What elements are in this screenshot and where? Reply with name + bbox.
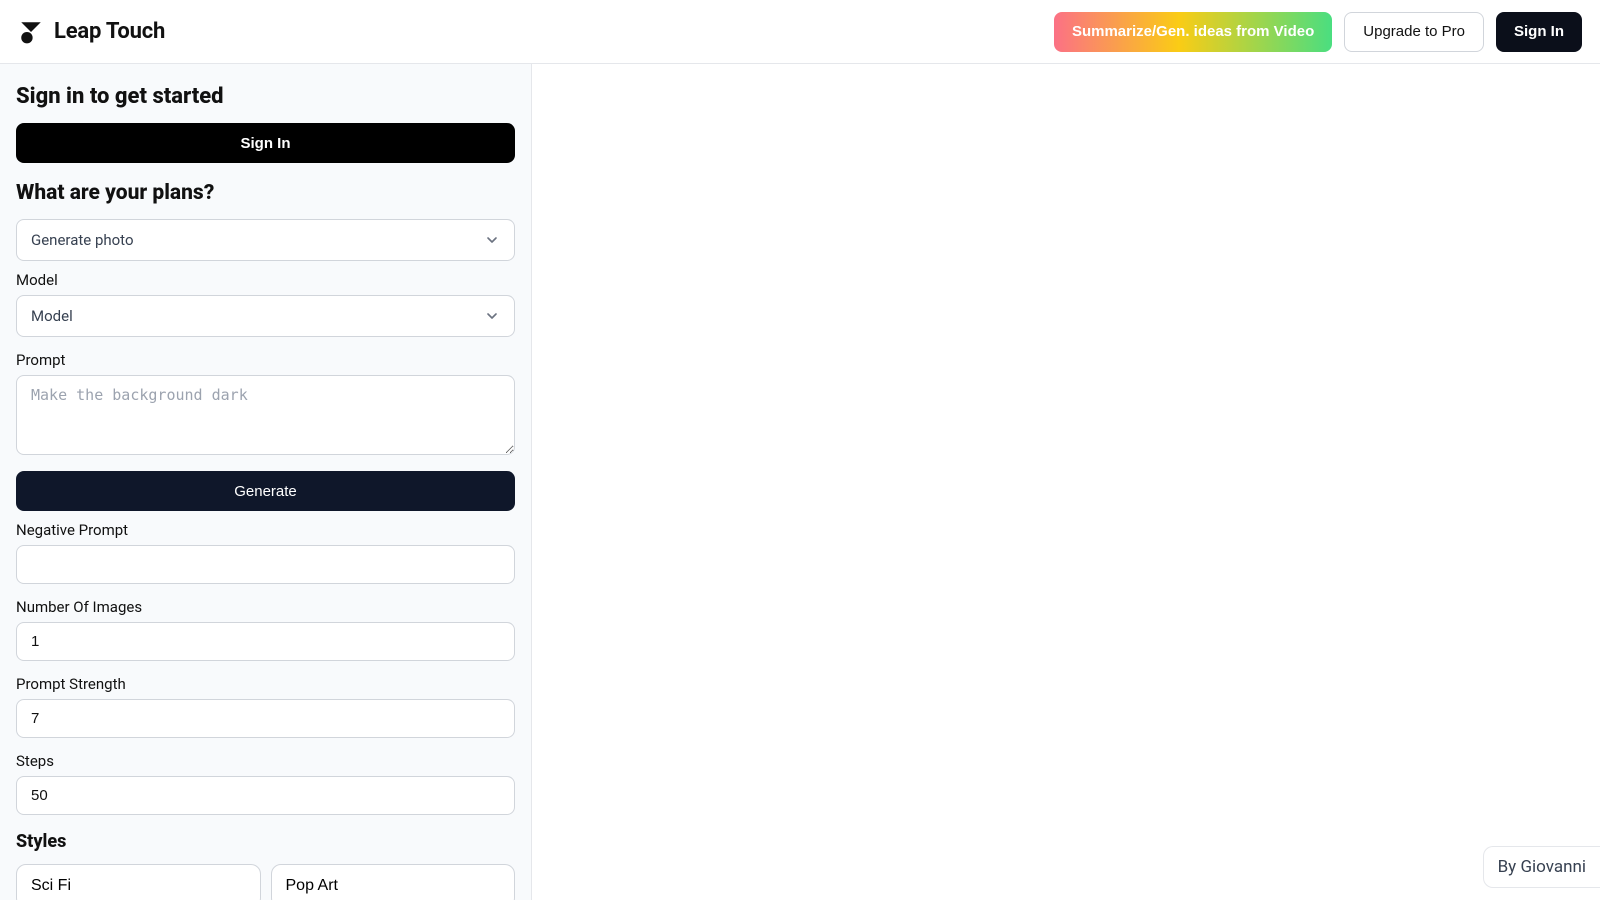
chevron-down-icon	[484, 232, 500, 248]
summarize-video-button[interactable]: Summarize/Gen. ideas from Video	[1054, 12, 1332, 52]
prompt-textarea[interactable]	[16, 375, 515, 455]
sidebar-signin-button[interactable]: Sign In	[16, 123, 515, 163]
styles-grid: Sci Fi Pop Art Sketch Book Psychadelic	[16, 864, 515, 900]
steps-input[interactable]	[16, 776, 515, 815]
num-images-input[interactable]	[16, 622, 515, 661]
style-chip[interactable]: Pop Art	[271, 864, 516, 900]
brand-logo-icon	[18, 19, 44, 45]
upgrade-pro-button[interactable]: Upgrade to Pro	[1344, 12, 1484, 52]
generate-button[interactable]: Generate	[16, 471, 515, 511]
header-signin-button[interactable]: Sign In	[1496, 12, 1582, 52]
plans-select-value: Generate photo	[31, 231, 134, 249]
brand: Leap Touch	[18, 19, 165, 45]
model-select[interactable]: Model	[16, 295, 515, 337]
num-images-label: Number Of Images	[16, 598, 515, 616]
footer-credit: By Giovanni	[1483, 846, 1600, 888]
negative-prompt-label: Negative Prompt	[16, 521, 515, 539]
steps-label: Steps	[16, 752, 515, 770]
styles-heading: Styles	[16, 831, 515, 852]
prompt-strength-input[interactable]	[16, 699, 515, 738]
brand-name: Leap Touch	[54, 19, 165, 44]
chevron-down-icon	[484, 308, 500, 324]
signin-heading: Sign in to get started	[16, 84, 515, 109]
main-layout: Sign in to get started Sign In What are …	[0, 64, 1600, 900]
plans-heading: What are your plans?	[16, 181, 515, 205]
output-canvas	[532, 64, 1600, 900]
app-header: Leap Touch Summarize/Gen. ideas from Vid…	[0, 0, 1600, 64]
negative-prompt-input[interactable]	[16, 545, 515, 584]
model-select-value: Model	[31, 307, 73, 325]
plans-select[interactable]: Generate photo	[16, 219, 515, 261]
controls-sidebar: Sign in to get started Sign In What are …	[0, 64, 532, 900]
style-chip[interactable]: Sci Fi	[16, 864, 261, 900]
prompt-label: Prompt	[16, 351, 515, 369]
header-actions: Summarize/Gen. ideas from Video Upgrade …	[1054, 12, 1582, 52]
prompt-strength-label: Prompt Strength	[16, 675, 515, 693]
model-label: Model	[16, 271, 515, 289]
